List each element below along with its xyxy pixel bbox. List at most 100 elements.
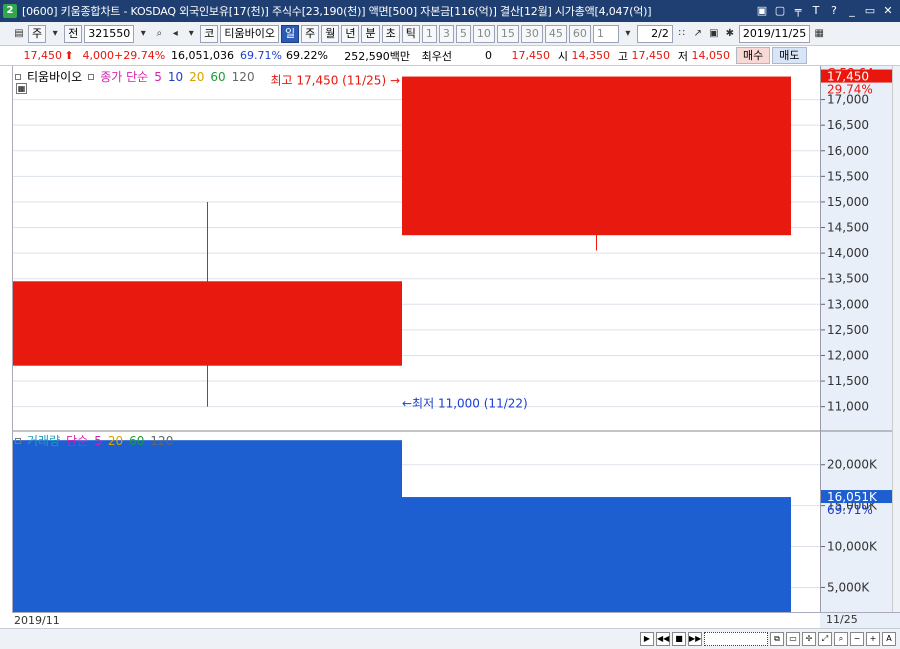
legend-box-icon bbox=[15, 73, 21, 80]
price-ma-20: 20 bbox=[189, 69, 205, 84]
speaker-icon[interactable]: ◂ bbox=[168, 25, 182, 43]
market-label: 코 bbox=[200, 24, 219, 43]
side-scrollbar[interactable] bbox=[892, 66, 900, 612]
volume-ratio: 69.22% bbox=[286, 49, 328, 62]
interval-30[interactable]: 30 bbox=[520, 24, 543, 43]
volume-tick-label: 10,000K bbox=[827, 540, 878, 554]
panel-icon[interactable]: ▤ bbox=[12, 25, 26, 43]
x-axis-left-label: 2019/11 bbox=[14, 614, 60, 627]
change-rate: +29.74% bbox=[114, 49, 166, 62]
y-axis-panel: 11,000 11,500 12,000 12,500 13,000 13,500 14,0… bbox=[820, 66, 893, 612]
stock-name: 티움바이오 bbox=[220, 24, 279, 43]
title-bar: 2 [0600] 키움종합차트 - KOSDAQ 외국인보유[17(천)] 주식… bbox=[0, 0, 900, 22]
period-week[interactable]: 주 bbox=[301, 24, 320, 43]
last-volume-rate-tag: 69.71% bbox=[827, 503, 873, 517]
search-icon[interactable]: ⌕ bbox=[152, 25, 166, 43]
date-input[interactable]: 2019/11/25 bbox=[738, 24, 811, 43]
interval-input[interactable]: 1 bbox=[592, 24, 619, 43]
volume-legend-ma[interactable]: 단순 bbox=[66, 432, 88, 449]
buy-button[interactable]: 매수 bbox=[736, 47, 771, 64]
page-indicator: 2/2 bbox=[636, 24, 673, 43]
save-icon[interactable]: ▣ bbox=[707, 25, 721, 43]
dropdown-icon[interactable]: ▾ bbox=[48, 25, 62, 43]
calendar-icon[interactable]: ▦ bbox=[812, 25, 826, 43]
period-tick[interactable]: 틱 bbox=[401, 24, 420, 43]
price-legend: 티움바이오 종가 단순 5 10 20 60 120 bbox=[15, 68, 255, 85]
close-icon[interactable]: ✕ bbox=[880, 3, 896, 19]
maximize-icon[interactable]: ▭ bbox=[862, 3, 878, 19]
draw-icon[interactable]: ↗ bbox=[691, 25, 705, 43]
sell-button[interactable]: 매도 bbox=[772, 47, 807, 64]
period-second[interactable]: 초 bbox=[381, 24, 400, 43]
chevron-down-icon[interactable]: ▾ bbox=[184, 25, 198, 43]
best-bid-price: 17,450 bbox=[511, 49, 551, 62]
font-icon[interactable]: A bbox=[882, 632, 896, 646]
volume-legend-name[interactable]: 거래량 bbox=[27, 432, 60, 449]
price-change: 4,000 bbox=[82, 49, 115, 62]
fast-forward-icon[interactable]: ▶▶ bbox=[688, 632, 702, 646]
period-month[interactable]: 월 bbox=[321, 24, 340, 43]
copy-icon[interactable]: ⧉ bbox=[770, 632, 784, 646]
price-legend-name[interactable]: 티움바이오 bbox=[27, 68, 82, 85]
best-bid-label: 최우선 bbox=[421, 49, 452, 63]
price-ma-5: 5 bbox=[154, 69, 162, 84]
minimize-icon[interactable]: _ bbox=[844, 3, 860, 19]
interval-45[interactable]: 45 bbox=[544, 24, 567, 43]
price-tick-label: 13,000 bbox=[827, 297, 869, 311]
low-price: 14,050 bbox=[691, 49, 731, 62]
rewind-icon[interactable]: ◀◀ bbox=[656, 632, 670, 646]
price-tick-label: 12,500 bbox=[827, 323, 869, 337]
layout-icon[interactable]: ▭ bbox=[786, 632, 800, 646]
code-input[interactable]: 321550 bbox=[84, 24, 135, 43]
magnify-icon[interactable]: ⌕ bbox=[834, 632, 848, 646]
interval-1[interactable]: 1 bbox=[421, 24, 437, 43]
y-axis-svg: 11,000 11,500 12,000 12,500 13,000 13,500 14,0… bbox=[821, 66, 893, 594]
price-legend-ma[interactable]: 종가 단순 bbox=[100, 68, 148, 85]
window-controls: ▣ ▢ ╤ T ? _ ▭ ✕ bbox=[754, 3, 896, 19]
grid-toggle-icon[interactable]: ▦ bbox=[16, 83, 27, 94]
last-volume-tag: 16,051K bbox=[827, 490, 878, 504]
minus-icon[interactable]: − bbox=[850, 632, 864, 646]
indicator-icon[interactable]: ✢ bbox=[802, 632, 816, 646]
high-label: 고 bbox=[617, 49, 628, 63]
price-tick-label: 13,500 bbox=[827, 272, 869, 286]
help-icon[interactable]: ? bbox=[826, 3, 842, 19]
play-icon[interactable]: ▶ bbox=[640, 632, 654, 646]
period-minute[interactable]: 분 bbox=[361, 24, 380, 43]
plus-icon[interactable]: + bbox=[866, 632, 880, 646]
interval-15[interactable]: 15 bbox=[496, 24, 519, 43]
restore-icon[interactable]: ▢ bbox=[772, 3, 788, 19]
legend-box-icon bbox=[15, 437, 21, 444]
prev-button[interactable]: 전 bbox=[64, 24, 83, 43]
last-price-tag: 17,450 bbox=[827, 70, 869, 84]
price-tick-label: 16,000 bbox=[827, 144, 869, 158]
chevron-down-icon[interactable]: ▾ bbox=[621, 25, 635, 43]
chart-area: 최고 17,450 (11/25) → ←최저 11,000 (11/22) 티움… bbox=[0, 66, 900, 649]
current-price: 17,450 bbox=[23, 49, 63, 62]
interval-10[interactable]: 10 bbox=[472, 24, 495, 43]
zoom-slider[interactable] bbox=[704, 632, 768, 646]
x-axis: 2019/11 bbox=[12, 612, 820, 628]
best-bid-qty: 0 bbox=[485, 49, 492, 62]
plot-area[interactable]: 최고 17,450 (11/25) → ←최저 11,000 (11/22) 티움… bbox=[12, 66, 821, 612]
price-tick-label: 15,000 bbox=[827, 195, 869, 209]
pin-icon[interactable]: ╤ bbox=[790, 3, 806, 19]
dots-icon[interactable]: ∷ bbox=[675, 25, 689, 43]
period-day[interactable]: 일 bbox=[280, 24, 300, 43]
layout-icon[interactable]: ▣ bbox=[754, 3, 770, 19]
interval-60[interactable]: 60 bbox=[568, 24, 591, 43]
price-tick-label: 15,500 bbox=[827, 169, 869, 183]
chevron-down-icon[interactable]: ▾ bbox=[136, 25, 150, 43]
stop-icon[interactable]: ■ bbox=[672, 632, 686, 646]
trend-icon[interactable]: ⤢ bbox=[818, 632, 832, 646]
interval-5[interactable]: 5 bbox=[455, 24, 471, 43]
interval-3[interactable]: 3 bbox=[438, 24, 454, 43]
trade-volume: 16,051,036 bbox=[171, 49, 234, 62]
period-year[interactable]: 년 bbox=[341, 24, 360, 43]
text-icon[interactable]: T bbox=[808, 3, 824, 19]
candle-body bbox=[402, 76, 791, 236]
gear-icon[interactable]: ✱ bbox=[723, 25, 737, 43]
trade-amount: 252,590백만 bbox=[344, 49, 410, 63]
type-select[interactable]: 주 bbox=[28, 24, 47, 43]
bottom-toolbar: ▶ ◀◀ ■ ▶▶ ⧉ ▭ ✢ ⤢ ⌕ − + A bbox=[0, 628, 900, 649]
